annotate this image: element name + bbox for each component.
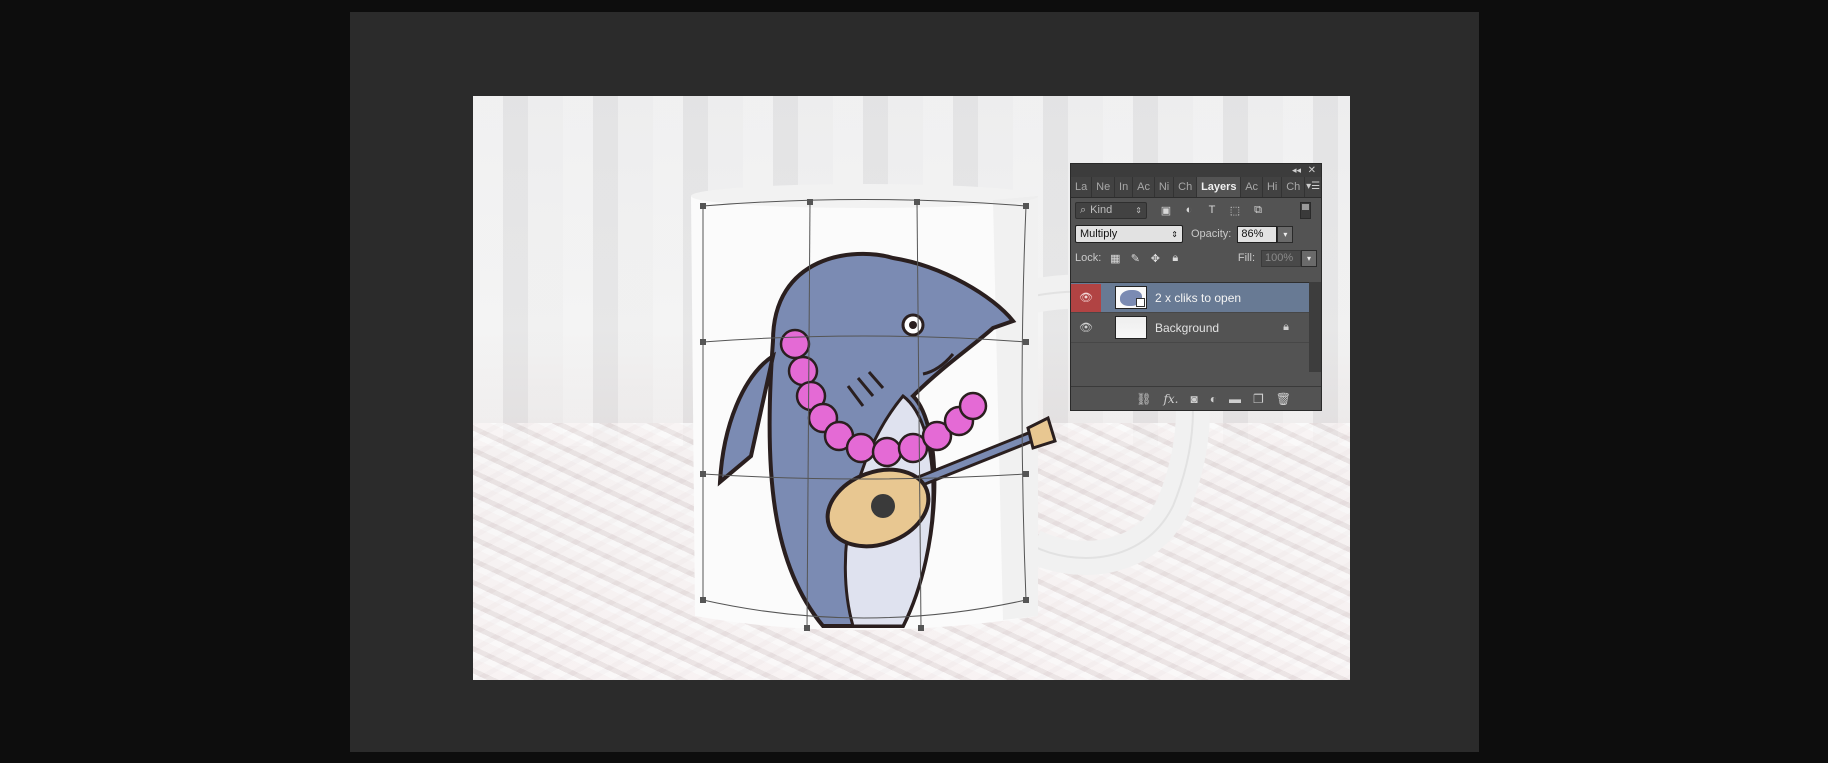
tab-hi[interactable]: Hi <box>1263 177 1283 197</box>
collapse-panel-icon[interactable]: ◂◂ <box>1292 164 1301 177</box>
type-layer-filter-icon[interactable]: T <box>1205 203 1219 217</box>
smart-object-filter-icon[interactable]: ⧉ <box>1251 203 1265 217</box>
link-layers-icon[interactable]: ⛓ <box>1136 392 1151 406</box>
layer-name[interactable]: 2 x cliks to open <box>1155 291 1241 305</box>
new-adjustment-layer-icon[interactable]: ◐ <box>1210 392 1217 406</box>
lock-icon[interactable]: 🔒︎ <box>1283 321 1289 334</box>
shape-layer-filter-icon[interactable]: ⬚ <box>1228 203 1242 217</box>
lock-image-pixels-icon[interactable]: ✎ <box>1129 252 1141 265</box>
tab-ac-2[interactable]: Ac <box>1241 177 1263 197</box>
layers-panel[interactable]: ◂◂ ✕ La Ne In Ac Ni Ch Layers Ac Hi Ch ▾… <box>1070 163 1322 411</box>
panel-tabs: La Ne In Ac Ni Ch Layers Ac Hi Ch ▾☰ <box>1071 177 1321 198</box>
updown-arrows-icon: ⇕ <box>1171 229 1178 239</box>
tab-ch-2[interactable]: Ch <box>1282 177 1306 197</box>
filter-toggle-switch[interactable] <box>1300 201 1311 219</box>
fill-dropdown-button[interactable]: ▾ <box>1301 249 1317 267</box>
delete-layer-trash-icon[interactable]: 🗑︎ <box>1276 392 1291 406</box>
blend-mode-select[interactable]: Multiply ⇕ <box>1075 225 1183 243</box>
layers-list: 👁︎ 2 x cliks to open 👁︎ Background 🔒︎ <box>1071 282 1309 373</box>
opacity-label: Opacity: <box>1191 228 1232 240</box>
filter-kind-select[interactable]: ⌕ Kind ⇕ <box>1075 201 1147 219</box>
updown-arrows-icon: ⇕ <box>1135 205 1142 215</box>
tab-layers[interactable]: Layers <box>1197 177 1242 197</box>
smart-object-badge-icon <box>1136 298 1145 307</box>
panel-footer: ⛓ fx. ◙ ◐ ▬ ❐ 🗑︎ <box>1071 386 1321 410</box>
eye-icon[interactable]: 👁︎ <box>1071 283 1101 312</box>
lock-all-icon[interactable]: 🔒︎ <box>1169 252 1181 264</box>
lock-transparent-pixels-icon[interactable]: ▦ <box>1109 252 1121 265</box>
adjustment-layer-filter-icon[interactable]: ◐ <box>1182 203 1196 217</box>
new-group-folder-icon[interactable]: ▬ <box>1229 392 1241 406</box>
tab-ne[interactable]: Ne <box>1092 177 1116 197</box>
fill-field[interactable]: 100% <box>1261 249 1301 267</box>
tab-ac[interactable]: Ac <box>1133 177 1155 197</box>
tab-ch[interactable]: Ch <box>1174 177 1198 197</box>
layer-row-smart-object[interactable]: 👁︎ 2 x cliks to open <box>1071 283 1309 313</box>
layers-scrollbar[interactable] <box>1309 282 1321 372</box>
tab-in[interactable]: In <box>1115 177 1134 197</box>
layer-name[interactable]: Background <box>1155 321 1219 335</box>
blend-row: Multiply ⇕ Opacity: 86% ▾ <box>1071 222 1321 246</box>
lock-row: Lock: ▦ ✎ ✥ 🔒︎ Fill: 100% ▾ <box>1071 246 1321 270</box>
tab-ni[interactable]: Ni <box>1155 177 1175 197</box>
layer-row-background[interactable]: 👁︎ Background 🔒︎ <box>1071 313 1309 343</box>
tab-la[interactable]: La <box>1071 177 1093 197</box>
search-icon: ⌕ <box>1080 203 1087 216</box>
lock-label: Lock: <box>1075 252 1102 264</box>
layer-thumbnail <box>1115 286 1147 309</box>
filter-row: ⌕ Kind ⇕ ▣ ◐ T ⬚ ⧉ <box>1071 198 1321 222</box>
filter-kind-label: Kind <box>1090 204 1113 216</box>
close-panel-icon[interactable]: ✕ <box>1308 164 1316 177</box>
panel-title-bar[interactable]: ◂◂ ✕ <box>1071 164 1321 177</box>
layer-style-fx-icon[interactable]: fx. <box>1163 392 1178 406</box>
new-layer-icon[interactable]: ❐ <box>1253 392 1264 406</box>
panel-menu-icon[interactable]: ▾☰ <box>1305 177 1321 197</box>
add-mask-icon[interactable]: ◙ <box>1191 392 1198 406</box>
opacity-dropdown-button[interactable]: ▾ <box>1277 225 1294 243</box>
opacity-field[interactable]: 86% <box>1237 225 1278 243</box>
blend-mode-value: Multiply <box>1080 228 1118 240</box>
layer-thumbnail <box>1115 316 1147 339</box>
eye-icon[interactable]: 👁︎ <box>1071 314 1101 342</box>
mug-rim <box>691 184 1039 208</box>
fill-label: Fill: <box>1237 252 1255 264</box>
pixel-layer-filter-icon[interactable]: ▣ <box>1159 203 1173 217</box>
lock-position-icon[interactable]: ✥ <box>1149 252 1161 265</box>
